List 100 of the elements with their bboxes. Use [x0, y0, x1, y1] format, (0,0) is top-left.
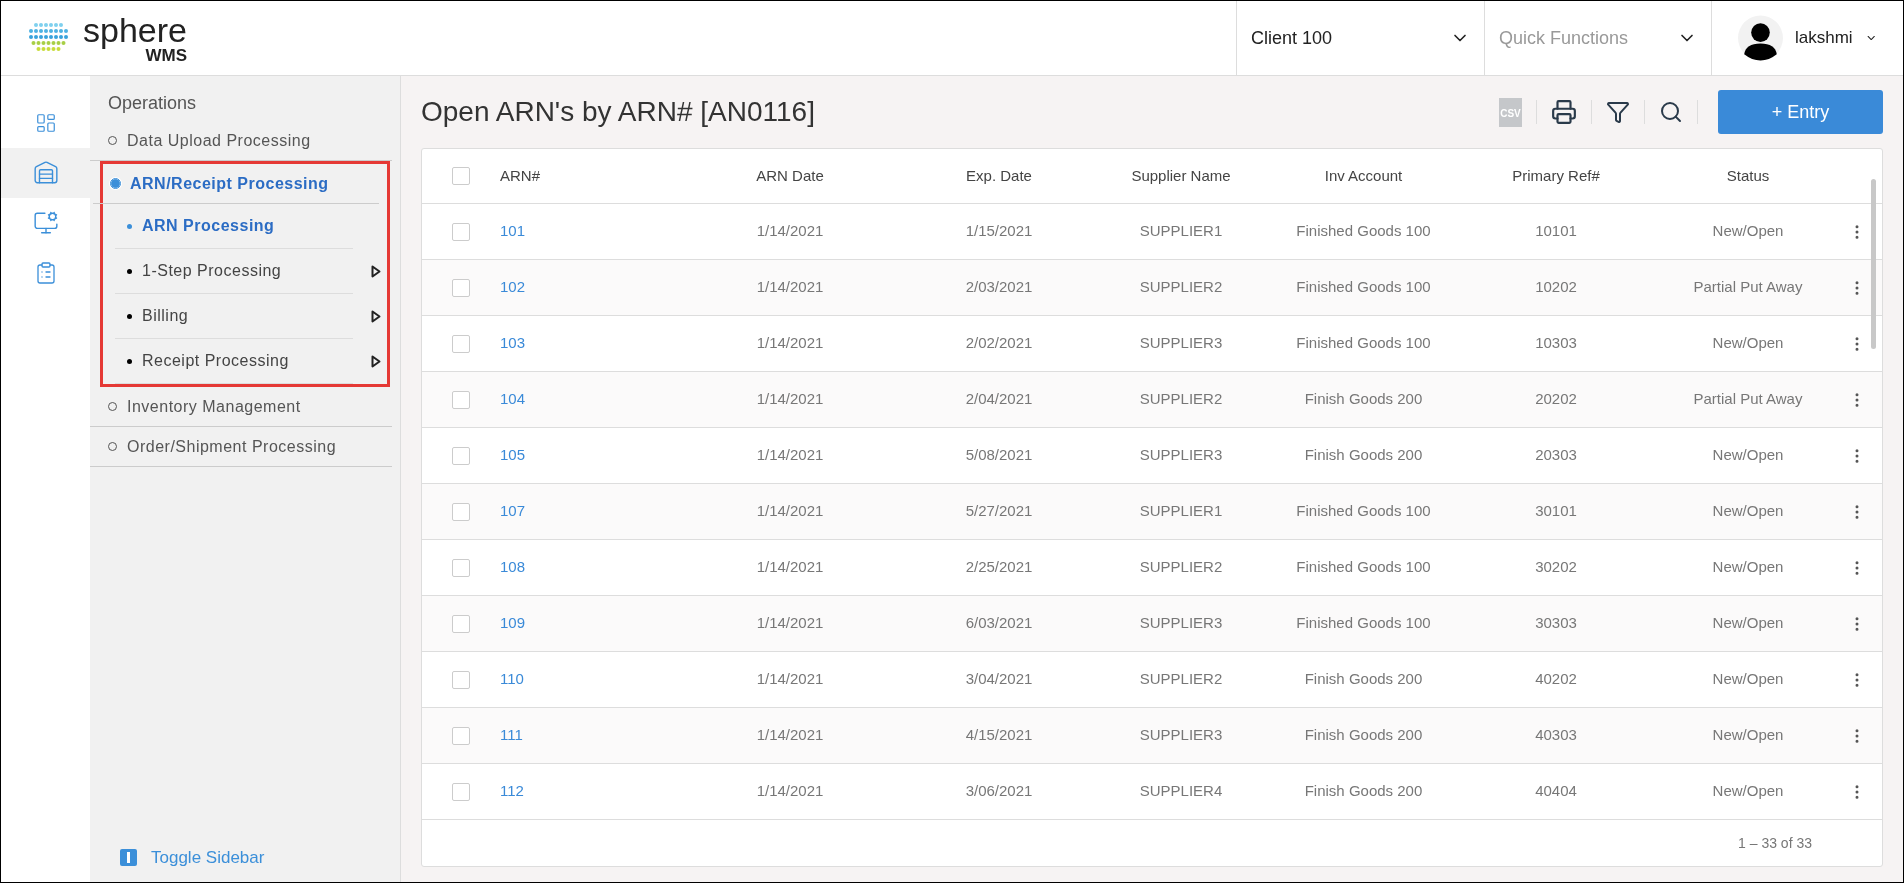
rail-item[interactable]: [1, 148, 90, 198]
table-cell-text: 6/03/2021: [964, 613, 1034, 634]
table-cell-text: 1/15/2021: [964, 221, 1034, 242]
table-cell-text: 5/08/2021: [964, 445, 1034, 466]
select-all-checkbox[interactable]: [452, 167, 470, 185]
arn-link[interactable]: 107: [500, 500, 677, 523]
row-checkbox[interactable]: [452, 670, 470, 689]
submenu-item[interactable]: Receipt Processing: [103, 339, 387, 384]
arn-link[interactable]: 101: [500, 220, 677, 243]
table-cell-text: 1/14/2021: [755, 501, 825, 522]
table-cell-text: New/Open: [1711, 221, 1785, 242]
table-cell-text: 40303: [1534, 725, 1578, 746]
table-cell-text: 1/14/2021: [755, 221, 825, 242]
column-header: Supplier Name: [1130, 165, 1232, 186]
table-cell-text: 40404: [1534, 781, 1578, 802]
table-cell-text: Finish Goods 200: [1303, 669, 1424, 690]
table-cell-text: Finished Goods 100: [1295, 333, 1432, 354]
column-header: ARN Date: [755, 165, 825, 186]
submenu-item[interactable]: Billing: [103, 294, 387, 339]
arn-link[interactable]: 111: [500, 724, 677, 747]
scrollbar-thumb[interactable]: [1871, 179, 1876, 349]
sidebar-item[interactable]: Order/Shipment Processing: [90, 427, 392, 467]
row-checkbox[interactable]: [452, 502, 470, 521]
table-cell-text: Finish Goods 200: [1303, 781, 1424, 802]
row-checkbox[interactable]: [452, 558, 470, 577]
table-cell-text: New/Open: [1711, 445, 1785, 466]
arn-link[interactable]: 110: [500, 668, 677, 691]
sidebar-heading: Operations: [107, 92, 198, 115]
arn-link[interactable]: 102: [500, 276, 677, 299]
table-cell-text: Finished Goods 100: [1295, 277, 1432, 298]
arn-link[interactable]: 112: [500, 780, 677, 803]
table-cell-text: 30202: [1534, 557, 1578, 578]
arn-link[interactable]: 105: [500, 444, 677, 467]
table-cell-text: 2/25/2021: [964, 557, 1034, 578]
page-title: Open ARN's by ARN# [AN0116]: [421, 95, 816, 129]
table-cell-text: New/Open: [1711, 781, 1785, 802]
table-cell-text: New/Open: [1711, 669, 1785, 690]
sidebar-item[interactable]: Inventory Management: [90, 387, 392, 427]
table-cell-text: 5/27/2021: [964, 501, 1034, 522]
table-cell-text: 1/14/2021: [755, 445, 825, 466]
entry-button[interactable]: + Entry: [1718, 90, 1883, 134]
row-checkbox[interactable]: [452, 222, 470, 241]
dashboard-icon: [34, 112, 57, 134]
filter-icon[interactable]: [1606, 100, 1630, 124]
print-icon[interactable]: [1551, 99, 1577, 125]
row-checkbox[interactable]: [452, 390, 470, 409]
table-cell-text: New/Open: [1711, 725, 1785, 746]
table-cell-text: 10202: [1534, 277, 1578, 298]
table-cell-text: 1/14/2021: [755, 277, 825, 298]
radio-icon: [111, 179, 120, 188]
table-cell-text: 1/14/2021: [755, 557, 825, 578]
row-checkbox[interactable]: [452, 334, 470, 353]
user-menu[interactable]: lakshmi: [1711, 1, 1903, 75]
row-checkbox[interactable]: [452, 278, 470, 297]
submenu-item[interactable]: 1-Step Processing: [103, 249, 387, 294]
row-checkbox[interactable]: [452, 614, 470, 633]
table-cell-text: Finished Goods 100: [1295, 613, 1432, 634]
table-cell-text: 3/04/2021: [964, 669, 1034, 690]
sidebar-item[interactable]: ARN/Receipt Processing: [93, 164, 379, 204]
column-header: Inv Account: [1323, 165, 1404, 186]
table-cell-text: 4/15/2021: [964, 725, 1034, 746]
toggle-sidebar-link[interactable]: Toggle Sidebar: [151, 844, 265, 870]
table-cell-text: 20202: [1534, 389, 1578, 410]
arn-link[interactable]: 109: [500, 612, 677, 635]
column-header: ARN#: [500, 165, 541, 186]
table-cell-text: 1/14/2021: [755, 669, 825, 690]
submenu-item[interactable]: ARN Processing: [103, 204, 387, 249]
monitor-icon: [32, 210, 59, 236]
table-cell-text: SUPPLIER3: [1138, 445, 1224, 466]
table-cell-text: SUPPLIER3: [1138, 725, 1224, 746]
row-checkbox[interactable]: [452, 726, 470, 745]
table-cell-text: 30101: [1534, 501, 1578, 522]
table-cell-text: Finish Goods 200: [1303, 445, 1424, 466]
table-cell-text: SUPPLIER1: [1138, 221, 1224, 242]
table-cell-text: Finished Goods 100: [1295, 221, 1432, 242]
table-cell-text: 1/14/2021: [755, 781, 825, 802]
sidebar-item[interactable]: Data Upload Processing: [90, 121, 392, 161]
table-cell-text: New/Open: [1711, 557, 1785, 578]
table-cell-text: 10303: [1534, 333, 1578, 354]
row-checkbox[interactable]: [452, 446, 470, 465]
table-cell-text: Partial Put Away: [1692, 389, 1804, 410]
row-checkbox[interactable]: [452, 782, 470, 801]
table-cell-text: 10101: [1534, 221, 1578, 242]
table-cell-text: Finish Goods 200: [1303, 725, 1424, 746]
client-select[interactable]: Client 100: [1236, 1, 1484, 75]
table-cell-text: 2/02/2021: [964, 333, 1034, 354]
table-cell-text: New/Open: [1711, 333, 1785, 354]
table-cell-text: New/Open: [1711, 501, 1785, 522]
table-cell-text: SUPPLIER3: [1138, 613, 1224, 634]
table-cell-text: 30303: [1534, 613, 1578, 634]
table-cell-text: Partial Put Away: [1692, 277, 1804, 298]
arn-link[interactable]: 103: [500, 332, 677, 355]
table-cell-text: 1/14/2021: [755, 389, 825, 410]
quick-functions-select[interactable]: Quick Functions: [1484, 1, 1711, 75]
table-cell-text: 40202: [1534, 669, 1578, 690]
search-icon[interactable]: [1659, 100, 1683, 124]
column-header: Status: [1725, 165, 1771, 186]
arn-link[interactable]: 108: [500, 556, 677, 579]
arn-link[interactable]: 104: [500, 388, 677, 411]
table-cell-text: SUPPLIER3: [1138, 333, 1224, 354]
